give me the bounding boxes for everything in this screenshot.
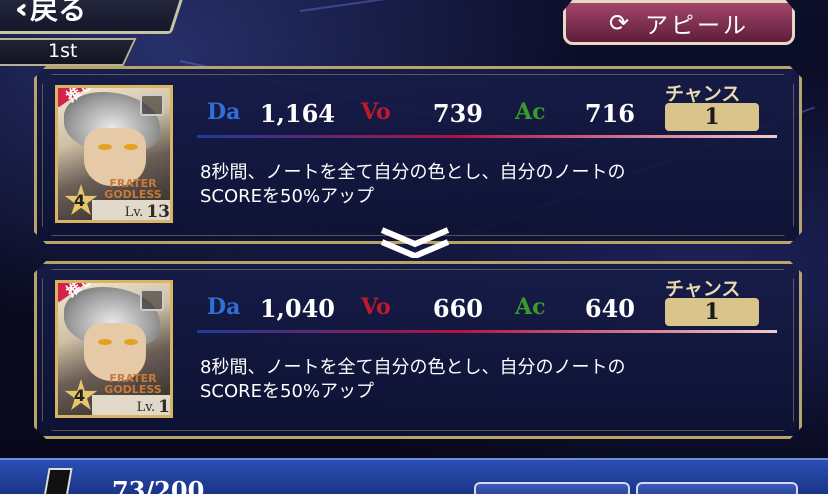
bottom-button[interactable] xyxy=(636,482,798,494)
skill-line: SCOREを50%アップ xyxy=(200,186,375,207)
skill-line: 8秒間、ノートを全て自分の色とし、自分のノートの xyxy=(200,162,626,183)
stat-divider xyxy=(197,330,777,333)
card-portrait[interactable]: 推し FRATER GODLESS 4 Lv. 1 xyxy=(55,280,173,418)
card-logo: FRATER GODLESS xyxy=(104,177,162,201)
oshi-label: 推し xyxy=(63,85,96,106)
rarity-number: 4 xyxy=(74,191,86,210)
appeal-label: アピール xyxy=(645,12,750,39)
oshi-badge xyxy=(58,283,112,303)
da-label: Da xyxy=(207,99,241,125)
level-bar: Lv. 1 xyxy=(92,395,170,417)
back-label: 戻る xyxy=(30,0,87,26)
portrait-hair xyxy=(64,92,160,152)
rank-label: 1st xyxy=(48,40,78,62)
card-stack-icon xyxy=(43,468,73,494)
attribute-icon xyxy=(140,94,164,116)
chance-box: 1 xyxy=(665,103,759,131)
portrait-eye xyxy=(98,339,112,345)
stats-row: Da 1,040 Vo 660 Ac 640 xyxy=(207,294,752,328)
oshi-label: 推し xyxy=(63,280,96,301)
double-chevron-left-icon: ‹‹ xyxy=(14,0,19,25)
ac-value: 640 xyxy=(584,294,635,323)
ac-label: Ac xyxy=(515,99,546,125)
vo-label: Vo xyxy=(361,99,391,125)
double-chevron-down-icon xyxy=(380,227,450,258)
card-logo: FRATER GODLESS xyxy=(104,372,162,396)
stats-row: Da 1,164 Vo 739 Ac 716 xyxy=(207,99,752,133)
vo-label: Vo xyxy=(361,294,391,320)
stat-divider xyxy=(197,135,777,138)
level-value: 13 xyxy=(146,202,170,222)
chance-label: チャンス xyxy=(665,278,741,300)
appeal-button[interactable]: ⟳ アピール xyxy=(563,0,795,45)
portrait-eye xyxy=(98,144,112,150)
portrait-face xyxy=(84,323,146,381)
ac-label: Ac xyxy=(515,294,546,320)
card-portrait[interactable]: 推し FRATER GODLESS 4 Lv. 13 xyxy=(55,85,173,223)
vo-value: 739 xyxy=(432,99,483,128)
portrait-face xyxy=(84,128,146,186)
chance-box: 1 xyxy=(665,298,759,326)
rarity-number: 4 xyxy=(74,386,86,405)
attribute-icon xyxy=(140,289,164,311)
level-prefix: Lv. xyxy=(124,204,144,220)
card-after: 推し FRATER GODLESS 4 Lv. 1 Da 1,040 Vo 660… xyxy=(34,261,802,439)
da-value: 1,040 xyxy=(259,294,335,323)
chance-label: チャンス xyxy=(665,83,741,105)
da-value: 1,164 xyxy=(259,99,335,128)
portrait-eye xyxy=(124,339,138,345)
sync-icon: ⟳ xyxy=(608,8,630,37)
da-label: Da xyxy=(207,294,241,320)
level-bar: Lv. 13 xyxy=(92,200,170,222)
skill-description: 8秒間、ノートを全て自分の色とし、自分のノートの SCOREを50%アップ xyxy=(200,356,760,404)
bottom-button[interactable] xyxy=(474,482,630,494)
ac-value: 716 xyxy=(584,99,635,128)
skill-description: 8秒間、ノートを全て自分の色とし、自分のノートの SCOREを50%アップ xyxy=(200,161,760,209)
skill-line: 8秒間、ノートを全て自分の色とし、自分のノートの xyxy=(200,357,626,378)
card-count: 73/200 xyxy=(112,476,205,494)
oshi-badge xyxy=(58,88,112,108)
back-button[interactable]: ‹‹ 戻る xyxy=(0,0,189,34)
chance-value: 1 xyxy=(704,299,720,325)
card-before: 推し FRATER GODLESS 4 Lv. 13 Da 1,164 Vo 73… xyxy=(34,66,802,244)
portrait-eye xyxy=(124,144,138,150)
level-prefix: Lv. xyxy=(136,399,156,415)
chance-value: 1 xyxy=(704,104,720,130)
skill-line: SCOREを50%アップ xyxy=(200,381,375,402)
rarity-star-icon xyxy=(64,184,98,215)
level-value: 1 xyxy=(158,397,170,417)
portrait-hair xyxy=(64,287,160,347)
rarity-star-icon xyxy=(64,379,98,410)
vo-value: 660 xyxy=(432,294,483,323)
